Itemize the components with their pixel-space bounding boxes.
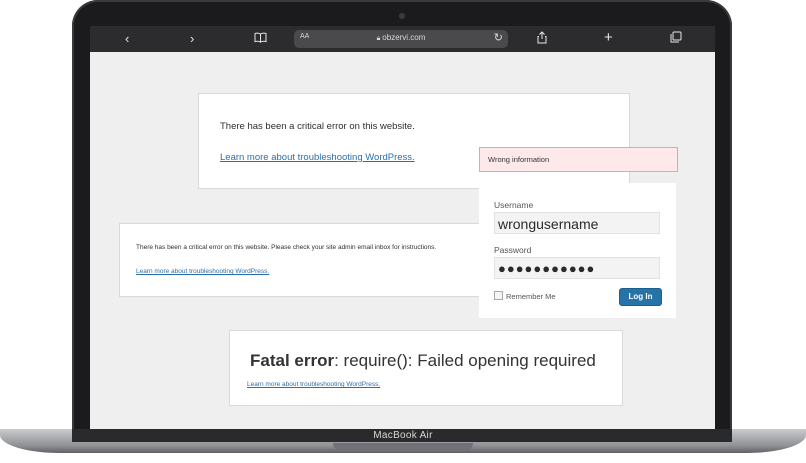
- troubleshooting-link[interactable]: Learn more about troubleshooting WordPre…: [220, 152, 415, 163]
- reload-icon[interactable]: ↻: [494, 31, 503, 44]
- error-message: There has been a critical error on this …: [220, 121, 415, 132]
- tabs-icon[interactable]: [670, 31, 682, 47]
- login-error-notice: Wrong information: [479, 147, 678, 172]
- error-message: There has been a critical error on this …: [136, 244, 437, 251]
- password-input[interactable]: ●●●●●●●●●●●: [494, 257, 660, 279]
- password-label: Password: [494, 245, 532, 255]
- critical-error-card: There has been a critical error on this …: [198, 93, 630, 189]
- remember-me-checkbox[interactable]: [494, 291, 503, 300]
- chevron-left-icon[interactable]: ‹: [125, 31, 129, 47]
- lock-icon: 🔒︎: [376, 35, 381, 42]
- browser-toolbar: ‹ › AA 🔒︎ obzervi.com ↻ +: [90, 26, 715, 52]
- device-label: MacBook Air: [373, 430, 433, 441]
- url-value: obzervi.com: [382, 33, 426, 42]
- browser-screen: ‹ › AA 🔒︎ obzervi.com ↻ + There has been …: [90, 26, 715, 429]
- remember-me-label: Remember Me: [506, 292, 556, 301]
- troubleshooting-link[interactable]: Learn more about troubleshooting WordPre…: [247, 381, 380, 388]
- plus-icon[interactable]: +: [604, 30, 613, 46]
- book-icon[interactable]: [254, 31, 267, 47]
- username-label: Username: [494, 200, 534, 210]
- chevron-right-icon[interactable]: ›: [190, 31, 194, 47]
- login-error-text: Wrong information: [488, 155, 550, 164]
- troubleshooting-link[interactable]: Learn more about troubleshooting WordPre…: [136, 268, 269, 275]
- login-button[interactable]: Log In: [619, 288, 662, 306]
- address-bar[interactable]: AA 🔒︎ obzervi.com ↻: [294, 30, 508, 48]
- remember-me[interactable]: Remember Me: [494, 291, 556, 301]
- fatal-error-card: Fatal error: require(): Failed opening r…: [229, 330, 623, 406]
- fatal-error-label: Fatal error: [250, 351, 335, 370]
- url-text: 🔒︎ obzervi.com: [294, 33, 508, 43]
- fatal-error-text: : require(): Failed opening required: [334, 351, 596, 370]
- share-icon[interactable]: [537, 31, 547, 48]
- username-input[interactable]: wrongusername: [494, 212, 660, 234]
- critical-error-detail-card: There has been a critical error on this …: [119, 223, 501, 297]
- login-form: Username wrongusername Password ●●●●●●●●…: [479, 183, 676, 318]
- fatal-error-message: Fatal error: require(): Failed opening r…: [250, 351, 596, 371]
- camera: [399, 13, 405, 19]
- laptop-notch: [333, 443, 473, 451]
